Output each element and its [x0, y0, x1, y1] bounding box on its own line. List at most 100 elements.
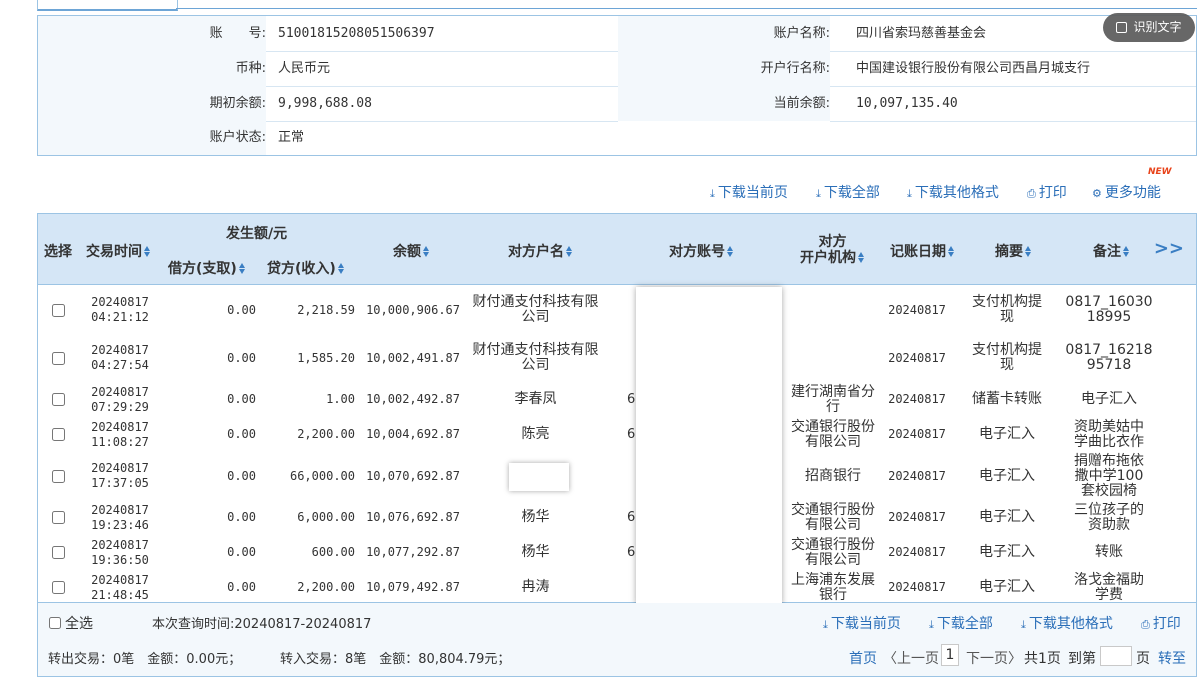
sort-icon	[948, 246, 955, 257]
cell-counterparty-name: 陈亮	[521, 426, 550, 442]
header-counterparty-account[interactable]: 对方账号	[669, 241, 734, 261]
cell-balance: 10,076,692.87	[366, 510, 460, 524]
footer-print-button[interactable]: ⎙ 打印	[1141, 613, 1181, 633]
more-functions-button[interactable]: ⚙ 更多功能	[1092, 182, 1161, 202]
table-row[interactable]: 20240817 19:36:50 0.00 600.00 10,077,292.87 杨…	[38, 535, 1196, 570]
select-all-checkbox[interactable]	[49, 617, 61, 629]
tab-rule	[176, 8, 1197, 9]
header-counterparty-name-label: 对方户名	[508, 244, 564, 260]
time-clock: 19:23:46	[91, 517, 149, 532]
cell-note: 0817_16030 18995	[1065, 294, 1153, 325]
download-all-label: 下载全部	[823, 185, 880, 201]
row-checkbox[interactable]	[51, 511, 65, 524]
table-row[interactable]: 20240817 21:48:45 0.00 2,200.00 10,079,492.8…	[38, 570, 1196, 603]
time-clock: 17:37:05	[91, 476, 149, 490]
print-button[interactable]: ⎙ 打印	[1027, 182, 1067, 202]
table-row[interactable]: 20240817 11:08:27 0.00 2,200.00 10,004,692.8…	[38, 417, 1196, 452]
table-row[interactable]: 20240817 04:27:54 0.00 1,585.20 10,002,491.8…	[38, 334, 1196, 382]
prev-page-link[interactable]: 〈上一页	[883, 648, 939, 668]
first-page-link[interactable]: 首页	[849, 648, 877, 668]
header-balance[interactable]: 余额	[393, 241, 430, 261]
time-clock: 11:08:27	[91, 434, 149, 449]
row-checkbox[interactable]	[51, 393, 65, 406]
cell-debit: 0.00	[227, 545, 256, 559]
header-debit[interactable]: 借方(支取)	[168, 258, 246, 278]
goto-page-input[interactable]	[1100, 646, 1132, 666]
top-tab-strip	[37, 0, 1197, 11]
header-note[interactable]: 备注	[1093, 241, 1130, 261]
footer-download-other-button[interactable]: ⤓ 下载其他格式	[1021, 613, 1113, 633]
transactions-table: 选择 交易时间 发生额/元 借方(支取) 贷方(收入) 余额 对方户名 对方账号…	[37, 213, 1197, 603]
cell-summary: 电子汇入	[979, 467, 1035, 484]
current-balance-value: 10,097,135.40	[856, 96, 958, 111]
more-columns-icon[interactable]: >>	[1154, 238, 1184, 259]
cell-credit: 2,200.00	[297, 427, 355, 441]
goto-button[interactable]: 转至	[1158, 648, 1186, 668]
cell-time: 20240817 19:36:50	[84, 535, 156, 570]
table-header: 选择 交易时间 发生额/元 借方(支取) 贷方(收入) 余额 对方户名 对方账号…	[38, 214, 1196, 285]
download-other-button[interactable]: ⤓ 下载其他格式	[907, 182, 999, 202]
table-row[interactable]: 20240817 04:21:12 0.00 2,218.59 10,000,906.6…	[38, 286, 1196, 334]
cell-note: 洛戈金福助学费	[1074, 571, 1144, 603]
redaction-overlay	[636, 287, 782, 605]
cell-debit: 0.00	[227, 392, 256, 406]
header-posting-date[interactable]: 记账日期	[890, 241, 955, 261]
header-counterparty-account-label: 对方账号	[669, 244, 725, 260]
currency-label: 币种:	[38, 51, 266, 86]
time-date: 20240817	[91, 419, 149, 434]
header-credit-label: 贷方(收入)	[267, 261, 336, 277]
query-time: 本次查询时间:20240817-20240817	[152, 617, 372, 632]
header-counterparty-name[interactable]: 对方户名	[508, 241, 573, 261]
time-clock: 04:27:54	[91, 358, 149, 372]
header-counterparty-org[interactable]: 对方 开户机构	[800, 234, 865, 266]
in-summary: 转入交易：8笔 金额：80,804.79元；	[280, 652, 511, 667]
cell-counterparty-org: 建行湖南省分行	[791, 383, 875, 415]
cell-credit: 66,000.00	[289, 468, 355, 483]
cell-debit: 0.00	[227, 580, 256, 594]
row-checkbox[interactable]	[51, 581, 65, 594]
footer-print-label: 打印	[1152, 616, 1181, 632]
table-row[interactable]: 20240817 19:23:46 0.00 6,000.00 10,076,692.8…	[38, 500, 1196, 535]
sort-icon	[858, 252, 865, 263]
row-checkbox[interactable]	[51, 428, 65, 441]
cell-time: 20240817 04:21:12	[84, 286, 156, 334]
header-summary[interactable]: 摘要	[995, 241, 1032, 261]
download-all-button[interactable]: ⤓ 下载全部	[816, 182, 880, 202]
cell-summary: 电子汇入	[979, 579, 1035, 595]
header-time[interactable]: 交易时间	[86, 241, 151, 261]
select-all-control[interactable]: 全选	[49, 613, 93, 633]
row-checkbox-cell	[50, 334, 66, 382]
row-checkbox-cell	[50, 500, 66, 535]
printer-icon: ⎙	[1141, 618, 1150, 631]
cell-debit: 0.00	[227, 427, 256, 441]
row-checkbox-cell	[50, 286, 66, 334]
row-checkbox[interactable]	[51, 469, 65, 483]
time-date: 20240817	[91, 384, 149, 399]
header-credit[interactable]: 贷方(收入)	[267, 258, 345, 278]
row-checkbox[interactable]	[51, 351, 65, 365]
ocr-button[interactable]: 识别文字	[1103, 13, 1195, 42]
row-checkbox[interactable]	[51, 303, 65, 317]
table-row[interactable]: 20240817 07:29:29 0.00 1.00 10,002,492.87 李春凤…	[38, 382, 1196, 417]
sort-icon	[566, 246, 573, 257]
cell-time: 20240817 21:48:45	[84, 570, 156, 602]
table-row[interactable]: 20240817 17:37:05 0.00 66,000.00 10,070,692.…	[38, 452, 1196, 500]
row-checkbox[interactable]	[51, 546, 65, 559]
time-date: 20240817	[91, 572, 149, 587]
cell-credit: 1,585.20	[297, 350, 355, 365]
account-info-panel: 账 号: 51001815208051506397 账户名称: 四川省索玛慈善基…	[37, 15, 1197, 156]
footer-download-page-button[interactable]: ⤓ 下载当前页	[823, 613, 901, 633]
sort-icon	[423, 246, 430, 257]
cell-time: 20240817 07:29:29	[84, 382, 156, 417]
download-page-button[interactable]: ⤓ 下载当前页	[710, 182, 788, 202]
active-tab[interactable]	[37, 0, 178, 11]
row-checkbox-cell	[50, 570, 66, 602]
next-page-link[interactable]: 下一页〉	[966, 648, 1022, 668]
footer-download-page-label: 下载当前页	[830, 616, 901, 632]
download-icon: ⤓	[823, 618, 828, 631]
text-recognition-icon	[1116, 22, 1128, 33]
row-checkbox-cell	[50, 535, 66, 570]
cell-summary: 电子汇入	[979, 426, 1035, 442]
cell-counterparty-name: 李春凤	[514, 391, 557, 407]
footer-download-all-button[interactable]: ⤓ 下载全部	[929, 613, 993, 633]
